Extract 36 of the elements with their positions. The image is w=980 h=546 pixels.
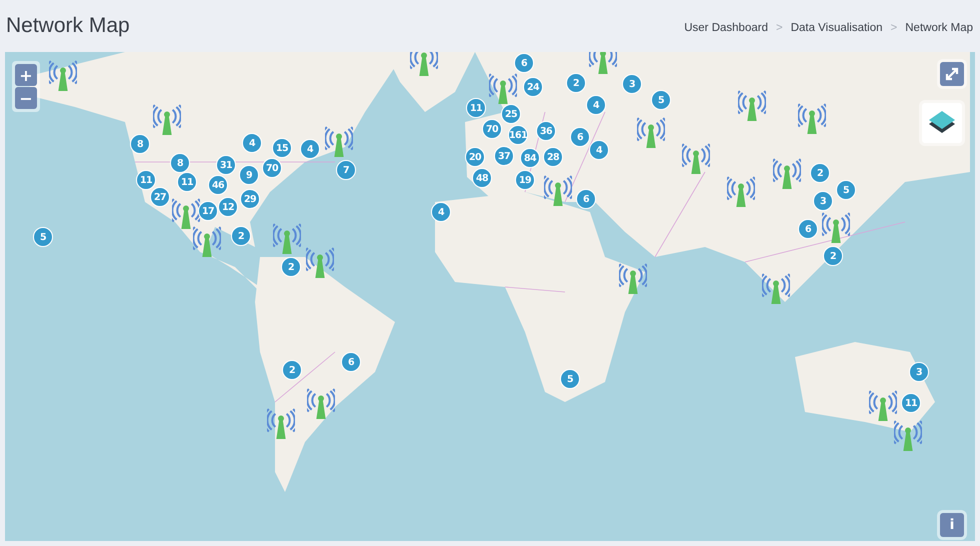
antenna-icon[interactable] <box>153 104 181 138</box>
antenna-icon[interactable] <box>682 143 710 177</box>
antenna-icon[interactable] <box>49 60 77 94</box>
antenna-icon[interactable] <box>894 420 922 454</box>
antenna-icon[interactable] <box>822 212 850 246</box>
layers-button[interactable] <box>922 103 962 143</box>
fullscreen-button[interactable] <box>940 62 964 86</box>
antenna-icon[interactable] <box>267 408 295 442</box>
antenna-icon[interactable] <box>544 175 572 209</box>
breadcrumb-link[interactable]: Data Visualisation <box>790 22 883 34</box>
antenna-icon[interactable] <box>773 158 801 192</box>
antenna-icon[interactable] <box>798 103 826 137</box>
antenna-icon[interactable] <box>869 390 897 424</box>
antenna-icon[interactable] <box>273 223 301 257</box>
antenna-icon[interactable] <box>727 176 755 210</box>
antenna-icon[interactable] <box>193 226 221 260</box>
antenna-icon[interactable] <box>637 117 665 151</box>
breadcrumb-separator: > <box>890 22 898 34</box>
breadcrumb-link[interactable]: User Dashboard <box>684 22 768 34</box>
antenna-icon[interactable] <box>589 52 617 77</box>
antenna-icon[interactable] <box>738 90 766 124</box>
antenna-icon[interactable] <box>172 198 200 232</box>
info-button[interactable]: i <box>940 513 964 537</box>
antenna-icon[interactable] <box>762 273 790 307</box>
antenna-icon[interactable] <box>306 247 334 281</box>
antenna-icon[interactable] <box>307 388 335 422</box>
antenna-icon[interactable] <box>489 73 517 107</box>
zoom-in-button[interactable]: + <box>15 64 37 86</box>
expand-icon <box>944 66 960 82</box>
breadcrumb-link[interactable]: Network Map <box>905 22 973 34</box>
page-title: Network Map <box>6 14 130 38</box>
antenna-icon[interactable] <box>410 52 438 79</box>
zoom-out-button[interactable]: − <box>15 87 37 109</box>
antenna-icon[interactable] <box>325 126 353 160</box>
antenna-icon[interactable] <box>619 263 647 297</box>
breadcrumb-separator: > <box>776 22 783 34</box>
